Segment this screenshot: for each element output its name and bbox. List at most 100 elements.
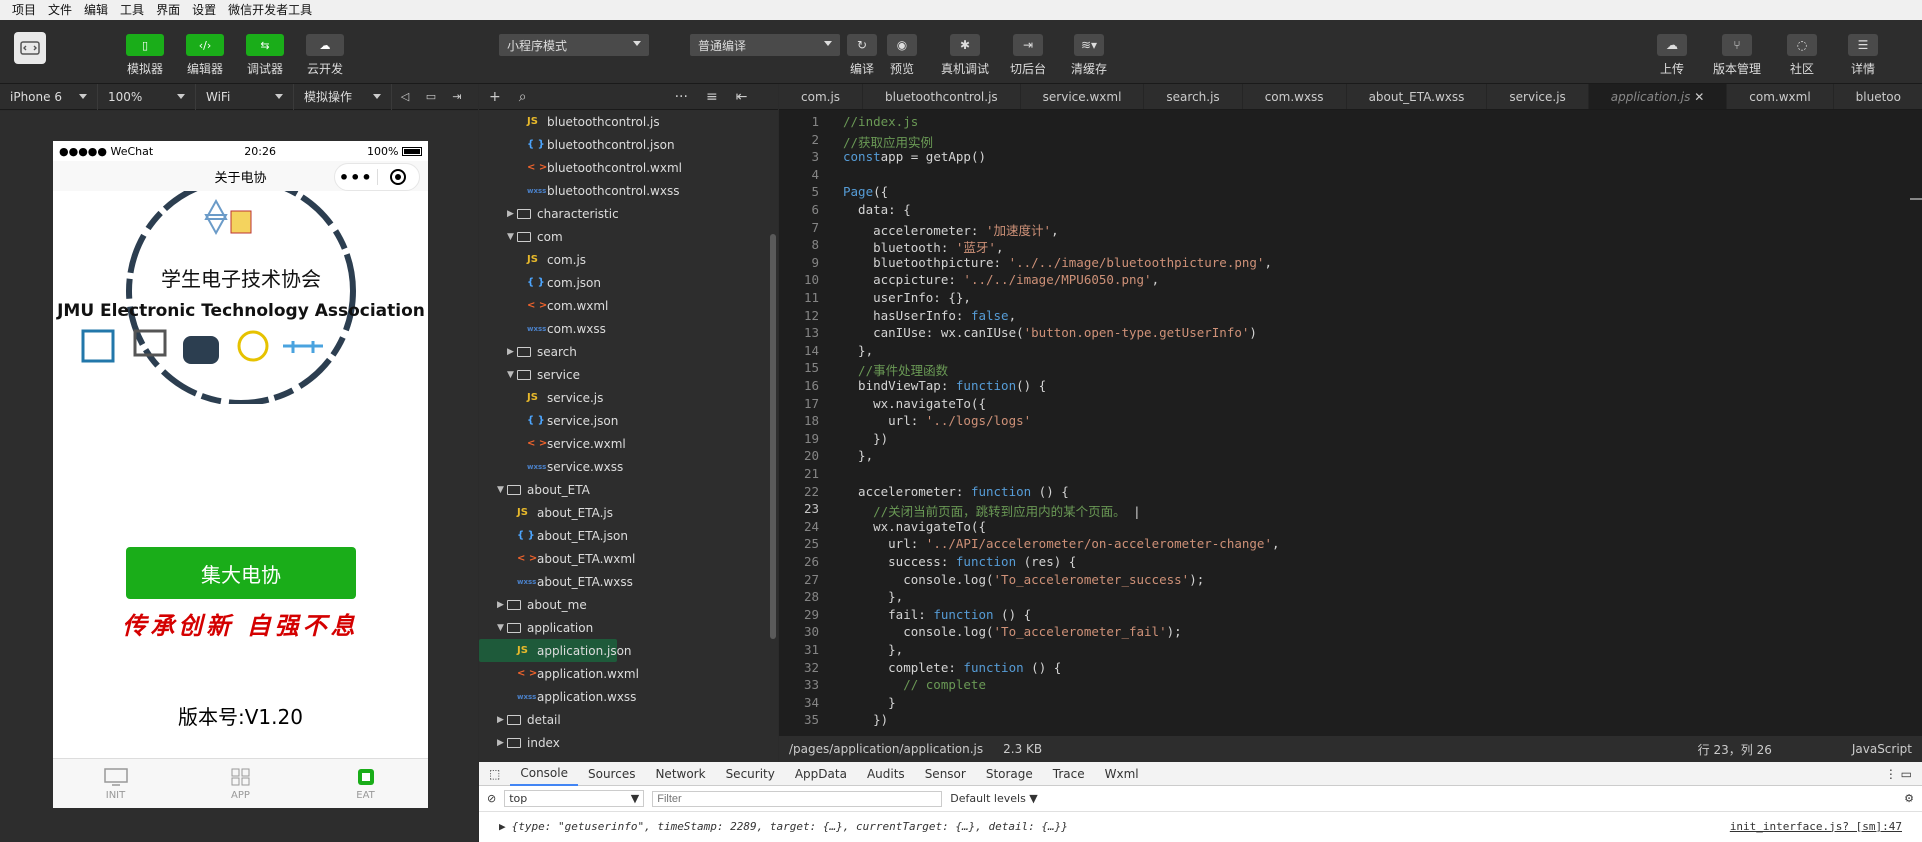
editor-button[interactable]: ‹/› 编辑器 [175,34,235,77]
editor-tab[interactable]: com.wxml [1727,84,1834,109]
devtools-tab[interactable]: Trace [1043,767,1095,781]
window-icon[interactable]: ▭ [418,90,444,103]
details-button[interactable]: ☰ 详情 [1848,34,1878,77]
console-log-entry[interactable]: ▶ {type: "getuserinfo", timeStamp: 2289,… [479,812,1922,840]
minimap[interactable] [1910,110,1922,736]
sort-icon[interactable]: ≡ [706,89,718,105]
chevron-right-icon[interactable]: ▶ [497,738,507,748]
folder-item[interactable]: ▶ index [479,731,778,754]
detach-icon[interactable]: ⇥ [444,90,470,103]
editor-tab[interactable]: com.js [779,84,864,109]
file-item[interactable]: JS bluetoothcontrol.js [479,110,778,133]
upload-button[interactable]: ☁ 上传 [1657,34,1687,77]
folder-item[interactable]: ▼ about_ETA [479,478,778,501]
tab-app[interactable]: APP [178,759,303,808]
debugger-button[interactable]: ⇆ 调试器 [235,34,295,77]
devtools-tab[interactable]: Console [510,762,578,786]
devtools-tab[interactable]: Audits [857,767,915,781]
file-item[interactable]: JS application.js [479,639,617,662]
clear-cache-button[interactable]: ≋▾ 清缓存 [1071,34,1107,77]
file-item[interactable]: { } service.json [479,409,778,432]
filter-input[interactable] [652,790,943,807]
more-options-icon[interactable]: ··· [675,89,688,105]
devtools-tab[interactable]: Sensor [915,767,976,781]
editor-tab[interactable]: bluetoo [1834,84,1922,109]
file-item[interactable]: < > about_ETA.wxml [479,547,778,570]
file-item[interactable]: < > application.wxml [479,662,778,685]
mute-icon[interactable]: ◁ [392,90,418,103]
clear-console-icon[interactable]: ⊘ [487,792,496,805]
editor-tab[interactable]: bluetoothcontrol.js [863,84,1021,109]
file-item[interactable]: wxss service.wxss [479,455,778,478]
folder-item[interactable]: ▼ service [479,363,778,386]
devtools-tab[interactable]: AppData [785,767,857,781]
log-source-link[interactable]: init_interface.js? [sm]:47 [1730,820,1922,833]
cursor-position[interactable]: 行 23，列 26 [1698,741,1772,758]
menu-item[interactable]: 编辑 [78,0,114,20]
device-select[interactable]: iPhone 6 [0,83,98,110]
cloud-dev-button[interactable]: ☁ 云开发 [295,34,355,77]
settings-gear-icon[interactable]: ⚙ [1904,792,1922,805]
chevron-down-icon[interactable]: ▼ [497,623,507,633]
devtools-menu-icon[interactable]: ⋮ ▭ [1885,767,1922,781]
operation-select[interactable]: 模拟操作 [294,83,392,110]
editor-tab[interactable]: search.js [1144,84,1243,109]
tree-scrollbar[interactable] [770,234,776,639]
inspect-icon[interactable]: ⬚ [479,767,510,781]
devtools-tab[interactable]: Sources [578,767,645,781]
version-management-button[interactable]: ⑂ 版本管理 [1713,34,1761,77]
file-item[interactable]: wxss com.wxss [479,317,778,340]
compile-select[interactable]: 普通编译 [690,34,840,56]
folder-item[interactable]: ▶ characteristic [479,202,778,225]
real-device-debug-button[interactable]: ✱ 真机调试 [941,34,989,77]
menu-item[interactable]: 界面 [150,0,186,20]
chevron-right-icon[interactable]: ▶ [497,600,507,610]
code-area[interactable]: 1 //index.js 2 //获取应用实例 3 constapp = getApp()… [779,110,1922,736]
file-item[interactable]: JS about_ETA.js [479,501,778,524]
folder-item[interactable]: ▶ about_me [479,593,778,616]
file-item[interactable]: < > com.wxml [479,294,778,317]
folder-item[interactable]: ▼ application [479,616,778,639]
file-item[interactable]: JS service.js [479,386,778,409]
close-target-icon[interactable] [378,168,420,186]
menu-item[interactable]: 文件 [42,0,78,20]
expand-arrow-icon[interactable]: ▶ [499,820,506,833]
simulator-button[interactable]: ▯ 模拟器 [115,34,175,77]
editor-tab[interactable]: service.wxml [1021,84,1145,109]
folder-item[interactable]: ▶ detail [479,708,778,731]
file-item[interactable]: { } about_ETA.json [479,524,778,547]
menu-item[interactable]: 微信开发者工具 [222,0,318,20]
chevron-right-icon[interactable]: ▶ [507,209,517,219]
more-icon[interactable]: ••• [335,168,377,187]
capsule-button[interactable]: ••• [334,163,420,191]
community-button[interactable]: ◌ 社区 [1787,34,1817,77]
compile-button[interactable]: ↻ 编译 [847,34,877,77]
language-mode[interactable]: JavaScript [1852,742,1912,756]
menu-item[interactable]: 项目 [6,0,42,20]
file-item[interactable]: JS com.js [479,248,778,271]
editor-tab[interactable]: service.js [1487,84,1589,109]
log-levels-select[interactable]: Default levels ▼ [950,792,1038,805]
zoom-select[interactable]: 100% [98,83,196,110]
editor-tab[interactable]: about_ETA.wxss [1347,84,1488,109]
network-select[interactable]: WiFi [196,83,294,110]
editor-tab[interactable]: com.wxss [1243,84,1347,109]
file-item[interactable]: wxss bluetoothcontrol.wxss [479,179,778,202]
folder-item[interactable]: ▶ search [479,340,778,363]
tab-init[interactable]: INIT [53,759,178,808]
chevron-right-icon[interactable]: ▶ [497,715,507,725]
menu-item[interactable]: 工具 [114,0,150,20]
menu-item[interactable]: 设置 [186,0,222,20]
editor-tab[interactable]: application.js ✕ [1588,84,1728,109]
context-select[interactable]: top ▼ [504,790,645,807]
chevron-down-icon[interactable]: ▼ [507,232,517,242]
collapse-icon[interactable]: ⇤ [736,89,748,105]
folder-item[interactable]: ▼ com [479,225,778,248]
chevron-right-icon[interactable]: ▶ [507,347,517,357]
tab-eat[interactable]: EAT [303,759,428,808]
file-item[interactable]: { } bluetoothcontrol.json [479,133,778,156]
chevron-down-icon[interactable]: ▼ [507,370,517,380]
close-tab-icon[interactable]: ✕ [1690,90,1704,104]
mode-select[interactable]: 小程序模式 [499,34,649,56]
file-item[interactable]: < > bluetoothcontrol.wxml [479,156,778,179]
